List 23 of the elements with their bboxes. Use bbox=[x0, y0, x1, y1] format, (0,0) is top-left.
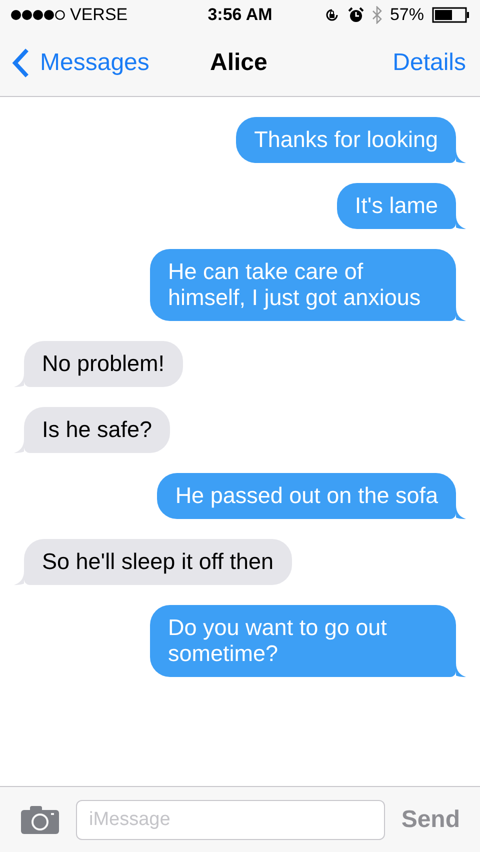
send-button[interactable]: Send bbox=[401, 802, 460, 838]
bubble-tail-icon bbox=[14, 439, 24, 453]
alarm-clock-icon bbox=[348, 7, 364, 23]
bubble-tail-icon bbox=[456, 663, 466, 677]
bubble-tail-icon bbox=[14, 373, 24, 387]
details-button[interactable]: Details bbox=[392, 45, 466, 81]
bubble-tail-icon bbox=[14, 571, 24, 585]
bubble-tail-icon bbox=[456, 307, 466, 321]
back-button[interactable]: Messages bbox=[12, 45, 150, 81]
conversation-title: Alice bbox=[210, 48, 268, 78]
bubble-tail-icon bbox=[456, 149, 466, 163]
signal-strength-icon bbox=[10, 9, 66, 21]
camera-icon[interactable] bbox=[20, 804, 60, 834]
rotation-lock-icon bbox=[324, 7, 340, 23]
bluetooth-icon bbox=[372, 6, 382, 24]
bubble-tail-icon bbox=[456, 505, 466, 519]
chevron-left-icon bbox=[12, 48, 30, 78]
battery-percentage: 57% bbox=[390, 4, 424, 26]
message-input-field[interactable]: iMessage bbox=[76, 800, 386, 840]
bubble-tail-icon bbox=[456, 215, 466, 229]
carrier-name: VERSE bbox=[70, 4, 128, 26]
battery-icon bbox=[432, 7, 470, 23]
clock-time: 3:56 AM bbox=[208, 4, 272, 26]
